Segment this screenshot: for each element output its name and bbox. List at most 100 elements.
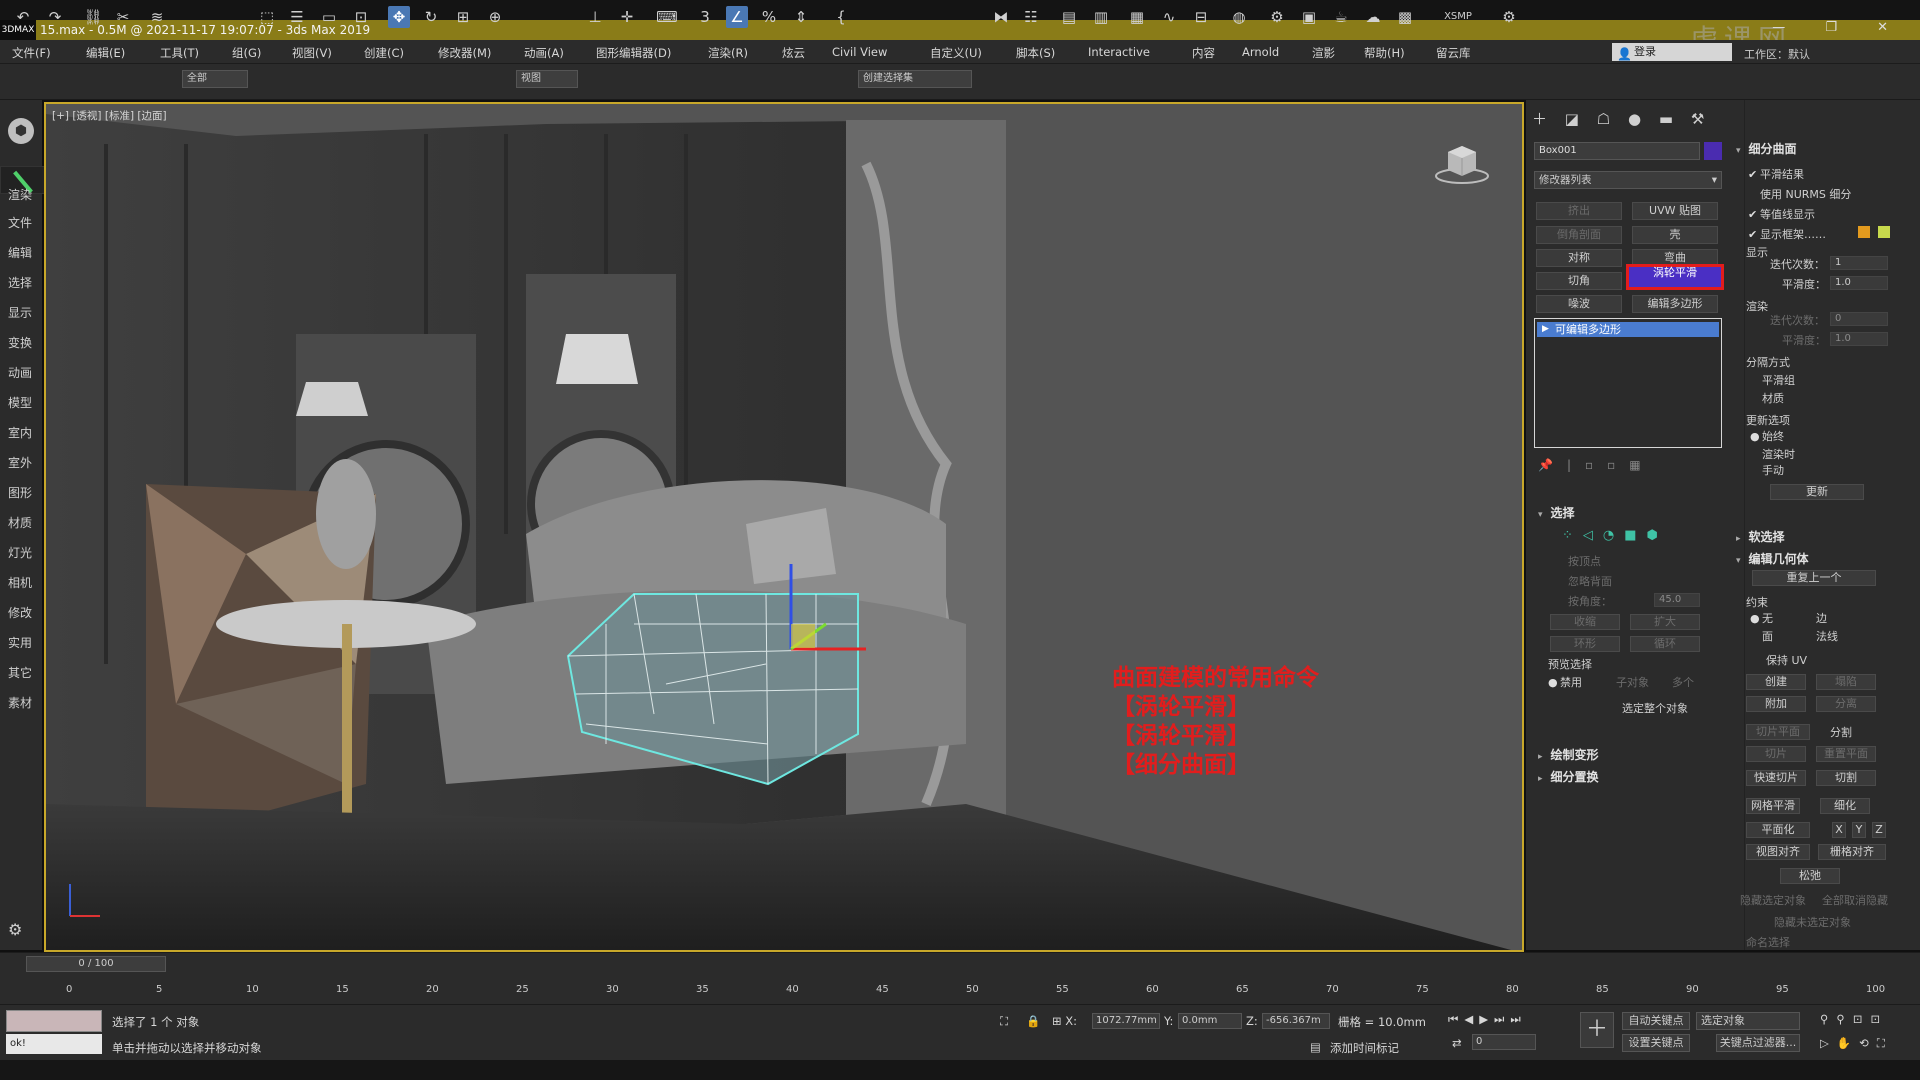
cage-color-swatch[interactable] bbox=[1858, 226, 1870, 238]
y-coordinate-field[interactable]: 0.0mm bbox=[1178, 1013, 1242, 1029]
viewport-label[interactable]: [+] [透视] [标准] [边面] bbox=[52, 108, 167, 123]
unhide-all-button[interactable]: 全部取消隐藏 bbox=[1822, 892, 1888, 908]
time-tag-icon[interactable]: ▤ bbox=[1310, 1040, 1321, 1054]
absolute-mode-icon[interactable]: ⊞ X: bbox=[1052, 1014, 1077, 1028]
create-tab-icon[interactable]: ＋ bbox=[1532, 110, 1547, 128]
menu-scripting[interactable]: 脚本(S) bbox=[1016, 45, 1055, 61]
chamfer-button[interactable]: 切角 bbox=[1536, 272, 1622, 290]
set-key-icon[interactable]: ＋ bbox=[1580, 1012, 1614, 1048]
tab-render[interactable]: 渲染 bbox=[8, 186, 32, 203]
bind-spacewarp-icon[interactable]: ≋ bbox=[146, 6, 168, 28]
create-button[interactable]: 创建 bbox=[1746, 674, 1806, 690]
undo-icon[interactable]: ↶ bbox=[12, 6, 34, 28]
uvw-map-button[interactable]: UVW 贴图 bbox=[1632, 202, 1718, 220]
render-setup-icon[interactable]: ⚙ bbox=[1266, 6, 1288, 28]
keyboard-shortcut-icon[interactable]: ⌨ bbox=[656, 6, 678, 28]
key-mode-icon[interactable]: ⇄ bbox=[1452, 1036, 1462, 1050]
tab-materials[interactable]: 材质 bbox=[8, 514, 32, 531]
menu-group[interactable]: 组(G) bbox=[232, 45, 261, 61]
rollout-subdivision-displacement[interactable]: ▸ 细分置换 bbox=[1538, 768, 1599, 785]
sign-in-button[interactable]: 👤 登录 bbox=[1612, 43, 1732, 61]
slice-button[interactable]: 切片 bbox=[1746, 746, 1806, 762]
menu-customize[interactable]: 自定义(U) bbox=[930, 45, 982, 61]
settings-icon[interactable]: ⚙ bbox=[8, 920, 22, 939]
grid-tools-icon[interactable]: ▩ bbox=[1394, 6, 1416, 28]
by-vertex-checkbox[interactable]: 按顶点 bbox=[1568, 553, 1601, 569]
detach-button[interactable]: 分离 bbox=[1816, 696, 1876, 712]
rect-selection-icon[interactable]: ▭ bbox=[318, 6, 340, 28]
menu-interactive[interactable]: Interactive bbox=[1088, 45, 1150, 59]
auto-key-button[interactable]: 自动关键点 bbox=[1622, 1012, 1690, 1030]
stack-tools[interactable]: 📌|▫▫▦ bbox=[1538, 458, 1655, 472]
menu-file[interactable]: 文件(F) bbox=[12, 45, 51, 61]
viewport-nav-controls[interactable]: ⚲⚲⊡⊡ bbox=[1820, 1012, 1888, 1026]
preserve-uvs-checkbox[interactable]: 保持 UV bbox=[1766, 652, 1807, 668]
symmetry-button[interactable]: 对称 bbox=[1536, 249, 1622, 267]
workspace-selector[interactable]: 工作区：默认 bbox=[1744, 46, 1810, 62]
update-when-rendering-radio[interactable]: 渲染时 bbox=[1762, 446, 1795, 462]
menu-edit[interactable]: 编辑(E) bbox=[86, 45, 125, 61]
tab-modify[interactable]: 修改 bbox=[8, 604, 32, 621]
menu-liuyunku[interactable]: 留云库 bbox=[1436, 45, 1471, 61]
hide-selected-button[interactable]: 隐藏选定对象 bbox=[1740, 892, 1806, 908]
tab-display[interactable]: 显示 bbox=[8, 304, 32, 321]
subobject-level-icons[interactable]: ⁘◁◔■⬢ bbox=[1562, 528, 1668, 543]
menu-views[interactable]: 视图(V) bbox=[292, 45, 332, 61]
ribbon-icon[interactable]: ▦ bbox=[1126, 6, 1148, 28]
menu-graph-editors[interactable]: 图形编辑器(D) bbox=[596, 45, 671, 61]
current-frame-field[interactable]: 0 bbox=[1472, 1034, 1536, 1050]
selected-objects-dropdown[interactable]: 选定对象 bbox=[1696, 1012, 1800, 1030]
named-selection-dropdown[interactable]: 创建选择集 bbox=[858, 70, 972, 88]
render-iterations-spinner[interactable]: 0 bbox=[1830, 312, 1888, 326]
rollout-edit-geometry[interactable]: ▾ 编辑几何体 bbox=[1736, 550, 1809, 567]
tab-edit[interactable]: 编辑 bbox=[8, 244, 32, 261]
ring-button[interactable]: 环形 bbox=[1550, 636, 1620, 652]
add-time-tag[interactable]: 添加时间标记 bbox=[1330, 1040, 1399, 1056]
collapse-button[interactable]: 塌陷 bbox=[1816, 674, 1876, 690]
stack-item-editable-poly[interactable]: ▶ 可编辑多边形 bbox=[1537, 322, 1719, 337]
scene-explorer-icon[interactable]: ▤ bbox=[1058, 6, 1080, 28]
unlink-icon[interactable]: ✂ bbox=[112, 6, 134, 28]
tab-other[interactable]: 其它 bbox=[8, 664, 32, 681]
track-bar[interactable]: 0 5 10 15 20 25 30 35 40 45 50 55 60 65 70 75 80 85 90 95 10… bbox=[60, 984, 1885, 1002]
ignore-backface-checkbox[interactable]: 忽略背面 bbox=[1568, 573, 1612, 589]
relax-button[interactable]: 松弛 bbox=[1780, 868, 1840, 884]
iterations-spinner[interactable]: 1 bbox=[1830, 256, 1888, 270]
preview-multi-radio[interactable]: 多个 bbox=[1672, 674, 1694, 690]
select-move-icon[interactable]: ✥ bbox=[388, 6, 410, 28]
time-slider[interactable]: 0 / 100 bbox=[26, 956, 166, 972]
smooth-result-checkbox[interactable]: ✔ 平滑结果 bbox=[1748, 166, 1804, 182]
angle-snap-icon[interactable]: ∠ bbox=[726, 6, 748, 28]
planar-y-button[interactable]: Y bbox=[1852, 822, 1866, 838]
window-crossing-icon[interactable]: ⊡ bbox=[350, 6, 372, 28]
rollout-selection[interactable]: ▾ 选择 bbox=[1538, 504, 1575, 521]
planar-z-button[interactable]: Z bbox=[1872, 822, 1886, 838]
render-icon[interactable]: ☕ bbox=[1330, 6, 1352, 28]
viewcube-icon[interactable] bbox=[1432, 138, 1492, 186]
menu-content[interactable]: 内容 bbox=[1192, 45, 1215, 61]
shell-button[interactable]: 壳 bbox=[1632, 226, 1718, 244]
mirror-icon[interactable]: ⧓ bbox=[990, 6, 1012, 28]
isolate-icon[interactable]: ⛶ bbox=[1000, 1014, 1008, 1029]
tab-shapes[interactable]: 图形 bbox=[8, 484, 32, 501]
angle-spinner[interactable]: 45.0 bbox=[1654, 593, 1700, 607]
render-online-icon[interactable]: ☁ bbox=[1362, 6, 1384, 28]
menu-modifiers[interactable]: 修改器(M) bbox=[438, 45, 491, 61]
snaps-toggle-icon[interactable]: 3 bbox=[694, 6, 716, 28]
make-planar-button[interactable]: 平面化 bbox=[1746, 822, 1810, 838]
select-by-name-icon[interactable]: ☰ bbox=[286, 6, 308, 28]
show-cage-checkbox[interactable]: ✔ 显示框架…… bbox=[1748, 226, 1826, 242]
utilities-tab-icon[interactable]: ⚒ bbox=[1691, 110, 1704, 128]
menu-xuanying[interactable]: 渲影 bbox=[1312, 45, 1335, 61]
bevel-profile-button[interactable]: 倒角剖面 bbox=[1536, 226, 1622, 244]
object-color-swatch[interactable] bbox=[1704, 142, 1722, 160]
tab-animation[interactable]: 动画 bbox=[8, 364, 32, 381]
link-icon[interactable]: ⛓ bbox=[82, 6, 104, 28]
turbosmooth-button[interactable]: 涡轮平滑 bbox=[1626, 264, 1724, 290]
maxscript-output[interactable]: ok! bbox=[6, 1034, 102, 1054]
constraint-none-radio[interactable]: ● 无 bbox=[1750, 610, 1773, 626]
maxscript-listener[interactable] bbox=[6, 1010, 102, 1032]
tab-utilities[interactable]: 实用 bbox=[8, 634, 32, 651]
material-editor-icon[interactable]: ◍ bbox=[1228, 6, 1250, 28]
modifier-stack[interactable]: ▶ 可编辑多边形 bbox=[1534, 318, 1722, 448]
